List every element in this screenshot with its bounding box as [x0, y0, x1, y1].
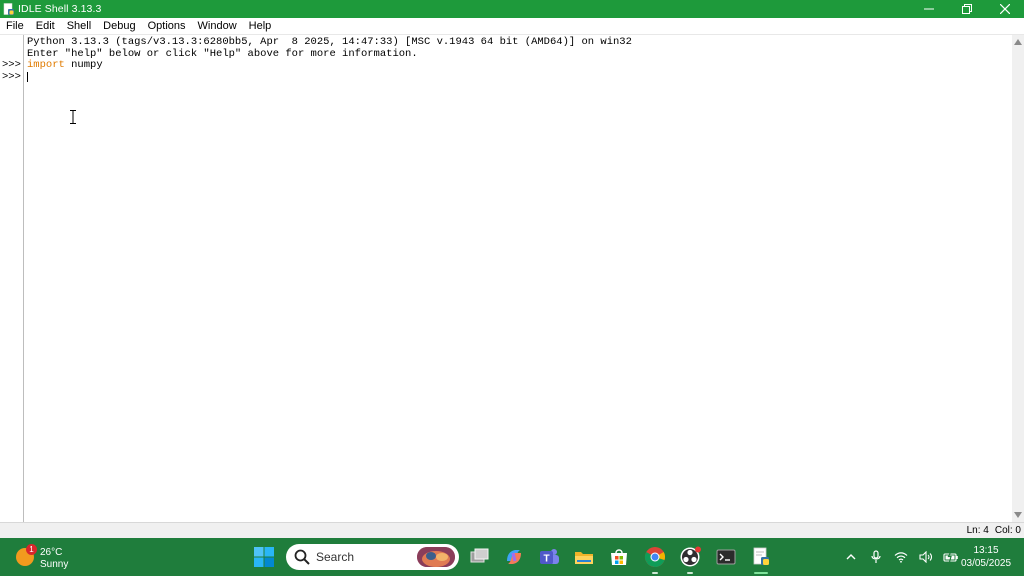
volume-button[interactable] [915, 546, 937, 568]
volume-icon [919, 551, 933, 563]
search-highlight-image [417, 547, 455, 567]
terminal-icon [716, 549, 736, 565]
window-title: IDLE Shell 3.13.3 [18, 3, 102, 15]
command-argument: numpy [64, 59, 103, 71]
file-explorer-icon [575, 552, 593, 564]
chrome-icon [644, 547, 665, 568]
copilot-icon [507, 550, 521, 564]
close-button[interactable] [986, 0, 1024, 18]
weather-condition: Sunny [40, 559, 69, 570]
command-line: import numpy [27, 59, 103, 72]
column-number: Col: 0 [994, 525, 1021, 536]
chrome-button[interactable] [644, 546, 666, 574]
keyword-import: import [27, 59, 65, 71]
ibeam-cursor-icon [69, 110, 77, 124]
store-button[interactable] [608, 546, 630, 568]
menu-edit[interactable]: Edit [30, 18, 61, 35]
prompt-marker: >>> [2, 59, 21, 71]
start-button[interactable] [253, 546, 275, 568]
obs-button[interactable] [679, 546, 701, 574]
clock-date: 03/05/2025 [960, 558, 1012, 569]
microphone-icon [871, 550, 881, 563]
task-view-icon [470, 548, 489, 563]
teams-button[interactable]: T [538, 546, 560, 568]
store-icon [611, 549, 627, 565]
shell-text-area[interactable]: Python 3.13.3 (tags/v3.13.3:6280bb5, Apr… [25, 35, 1012, 522]
windows-start-icon [254, 547, 274, 567]
teams-icon: T [540, 549, 559, 565]
menu-file[interactable]: File [0, 18, 30, 35]
weather-widget[interactable]: 1 26°C Sunny [14, 542, 84, 572]
running-indicator [652, 572, 658, 574]
menu-shell[interactable]: Shell [61, 18, 97, 35]
minimize-button[interactable] [910, 0, 948, 18]
restore-icon [962, 4, 972, 14]
file-explorer-button[interactable] [573, 546, 595, 568]
copilot-button[interactable] [503, 546, 525, 568]
scroll-up-icon[interactable] [1014, 39, 1022, 45]
taskbar-clock[interactable]: 13:15 03/05/2025 [956, 544, 1016, 570]
scroll-down-icon[interactable] [1014, 512, 1022, 518]
search-label: Search [316, 550, 355, 564]
vertical-scrollbar[interactable] [1012, 35, 1024, 522]
obs-icon [680, 546, 701, 567]
menu-window[interactable]: Window [192, 18, 243, 35]
taskbar: 1 26°C Sunny Search T 13:15 03/05/2025 [0, 538, 1024, 576]
minimize-icon [924, 8, 934, 10]
active-indicator [754, 572, 768, 574]
restore-button[interactable] [948, 0, 986, 18]
text-caret [27, 72, 28, 82]
svg-text:T: T [543, 554, 549, 565]
menu-bar: File Edit Shell Debug Options Window Hel… [0, 18, 1024, 35]
status-bar: Ln: 4 Col: 0 [0, 522, 1024, 538]
idle-taskbar-button[interactable] [750, 546, 772, 574]
task-view-button[interactable] [468, 546, 490, 568]
menu-options[interactable]: Options [142, 18, 192, 35]
wifi-button[interactable] [890, 546, 912, 568]
microphone-button[interactable] [865, 546, 887, 568]
idle-icon [3, 2, 15, 16]
line-number: Ln: 4 [966, 525, 989, 536]
search-icon [294, 549, 310, 565]
menu-help[interactable]: Help [243, 18, 278, 35]
temperature: 26°C [40, 547, 63, 558]
idle-taskbar-icon [753, 547, 769, 565]
taskbar-search-box[interactable]: Search [286, 544, 459, 570]
chevron-up-icon [846, 554, 856, 560]
menu-debug[interactable]: Debug [97, 18, 141, 35]
banner-line: Python 3.13.3 (tags/v3.13.3:6280bb5, Apr… [27, 36, 632, 48]
system-tray [840, 546, 965, 568]
prompt-gutter: >>> >>> [0, 35, 24, 522]
prompt-marker: >>> [2, 70, 21, 83]
title-bar: IDLE Shell 3.13.3 [0, 0, 1024, 18]
running-indicator [687, 572, 693, 574]
terminal-button[interactable] [715, 546, 737, 568]
wifi-icon [894, 552, 908, 563]
notification-badge: 1 [26, 544, 37, 555]
clock-time: 13:15 [973, 545, 999, 556]
show-hidden-icons-button[interactable] [840, 546, 862, 568]
close-icon [1000, 4, 1010, 14]
